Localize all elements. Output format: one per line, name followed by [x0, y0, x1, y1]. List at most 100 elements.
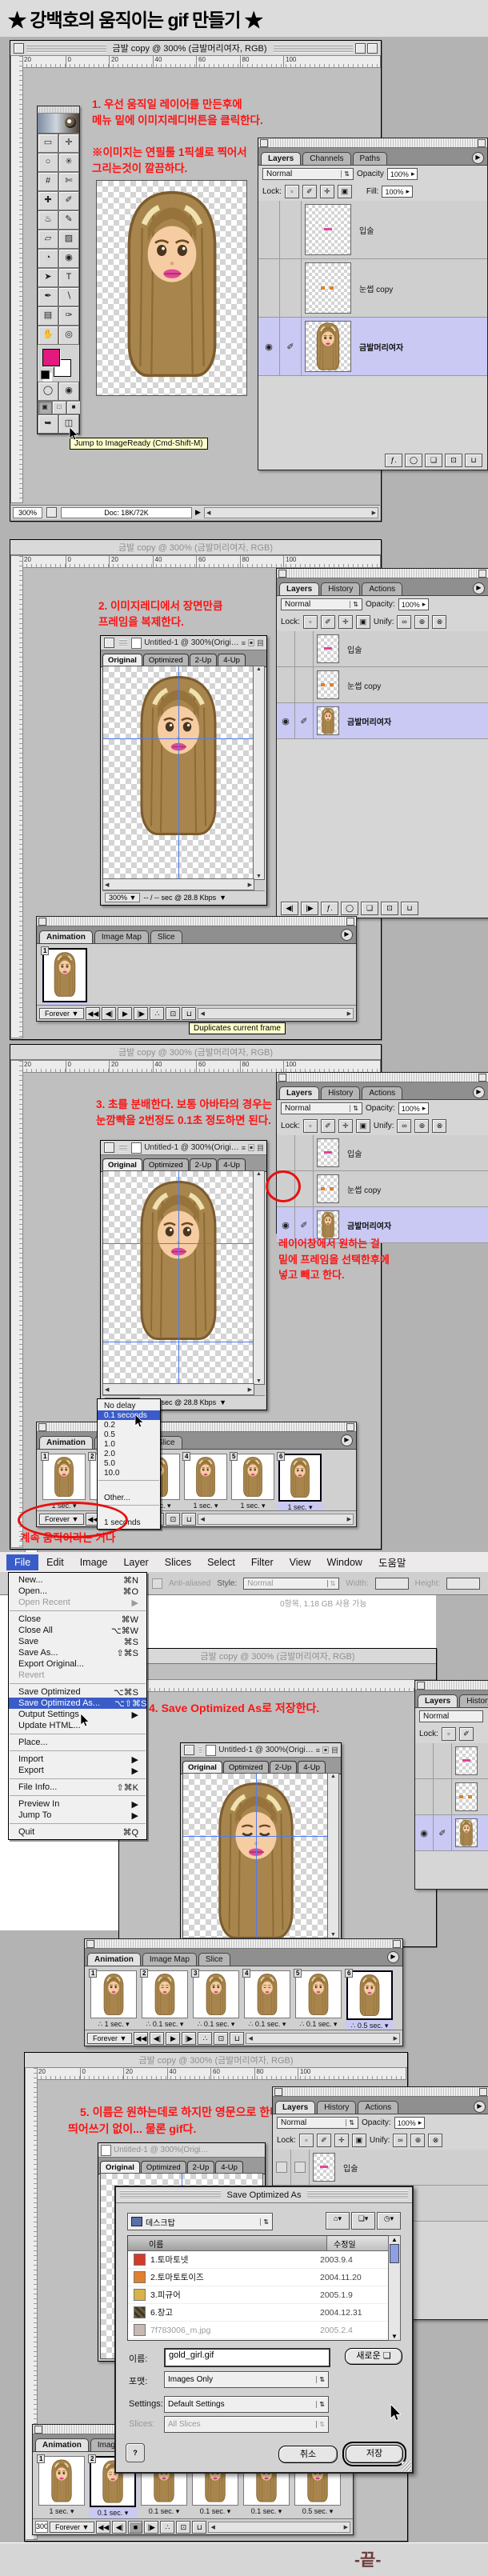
file-menu-item[interactable]: Open Recent▶ [9, 1597, 146, 1608]
file-list-scrollbar[interactable]: ▲▼ [388, 2235, 401, 2341]
frame-delay[interactable]: ∴ 0.1 sec. ▾ [244, 2018, 290, 2029]
palette-close-icon[interactable] [38, 918, 46, 926]
view-tab[interactable]: Optimized [143, 1158, 189, 1171]
opacity-field[interactable]: 100%▸ [387, 168, 418, 180]
zoom-level[interactable]: 300% [13, 507, 42, 518]
view-tab[interactable]: 4-Up [215, 2161, 243, 2174]
view-tab[interactable]: Optimized [223, 1761, 269, 1774]
height-field[interactable] [446, 1578, 480, 1590]
layer-name[interactable]: 눈썹 copy [342, 1183, 381, 1195]
layer-name[interactable]: 금발머리여자 [342, 1219, 391, 1231]
animation-frame[interactable]: 4 1 sec. ▾ [183, 1453, 228, 1512]
file-menu-item[interactable]: Close⌘W [9, 1614, 146, 1625]
visibility-toggle[interactable]: ◉ [277, 703, 295, 738]
standard-mode-button[interactable]: ◯ [38, 382, 58, 401]
doc-canvas[interactable] [102, 666, 254, 880]
palette-close-icon[interactable] [278, 570, 286, 578]
delay-menu-item[interactable] [98, 1480, 159, 1490]
animation-tab[interactable]: Image Map [94, 930, 149, 943]
layer-set-icon[interactable]: ❏ [425, 454, 442, 467]
v-scrollbar[interactable]: ▲▼ [253, 666, 265, 880]
edit-toggle[interactable] [295, 1135, 314, 1170]
layer-row[interactable]: 눈썹 copy [277, 1171, 488, 1207]
palette-tab[interactable]: Layers [418, 1694, 458, 1707]
layer-mask-icon[interactable]: ◯ [341, 902, 358, 915]
doc-titlebar[interactable]: Untitled-1 @ 300%(Origi… ≡ ▣ 目 [101, 636, 266, 650]
lock-position-icon[interactable]: ✛ [320, 185, 334, 198]
tool-button[interactable]: ▨ [58, 230, 79, 249]
close-box-icon[interactable] [14, 43, 24, 54]
fill-field[interactable]: 100%▸ [382, 186, 413, 198]
blend-mode-popup[interactable]: Normal⇅ [262, 168, 354, 180]
file-menu-item[interactable]: Save Optimized⌥⌘S [9, 1686, 146, 1698]
file-menu-item[interactable]: Save Optimized As...⌥⇧⌘S [9, 1698, 146, 1709]
lock-pixels-icon[interactable]: ✐ [302, 185, 317, 198]
frame-delay[interactable]: 0.5 sec. ▾ [294, 2506, 341, 2516]
collapse-box-icon[interactable] [367, 43, 378, 54]
layer-set-icon[interactable]: ❏ [361, 902, 378, 915]
doc-canvas[interactable] [182, 1773, 329, 1938]
tool-button[interactable]: ◎ [58, 326, 79, 345]
view-tab[interactable]: 2-Up [187, 2161, 215, 2174]
view-tab[interactable]: 2-Up [270, 1761, 298, 1774]
palette-menu-icon[interactable]: ▶ [473, 1086, 485, 1098]
visibility-toggle[interactable]: ◉ [258, 318, 280, 375]
h-scrollbar[interactable]: ◀▶ [102, 878, 254, 890]
tool-button[interactable]: # [38, 172, 58, 191]
tool-button[interactable]: ▱ [38, 230, 58, 249]
window-titlebar-inactive[interactable]: 금발 copy @ 300% (금발머리여자, RGB) [10, 540, 381, 555]
frame-delay[interactable]: 0.1 sec. ▾ [90, 2507, 136, 2518]
menu-bar-item[interactable]: Select [199, 1554, 243, 1570]
cancel-button[interactable]: 취소 [278, 2446, 338, 2463]
recent-button[interactable]: ◷▾ [377, 2212, 401, 2230]
frame-delay[interactable]: ∴ 0.1 sec. ▾ [295, 2018, 342, 2029]
delay-menu-item[interactable]: 0.5 [98, 1430, 160, 1439]
loop-popup[interactable]: Forever ▼ [39, 1008, 84, 1019]
tween-button[interactable]: ∴ [150, 1007, 164, 1020]
tool-button[interactable]: ✚ [38, 191, 58, 210]
delay-menu-item[interactable]: No delay [98, 1401, 160, 1410]
new-layer-icon[interactable]: ⊡ [445, 454, 462, 467]
tool-button[interactable]: ∖ [58, 287, 79, 306]
visibility-toggle[interactable] [277, 667, 295, 702]
frame-delay[interactable]: 1 sec. ▾ [184, 1500, 227, 1510]
layer-name[interactable]: 금발머리여자 [342, 715, 391, 727]
animation-frame[interactable]: 1 ∴ 1 sec. ▾ [90, 1970, 138, 2030]
file-menu-item[interactable] [10, 1610, 146, 1611]
toolbox-grip[interactable] [38, 106, 79, 114]
next-frame-icon[interactable]: |▶ [301, 902, 318, 915]
frame-scrollbar[interactable]: ◀▶ [198, 1008, 354, 1019]
loop-popup[interactable]: Forever ▼ [87, 2033, 132, 2044]
delay-menu-item[interactable]: 5.0 [98, 1458, 160, 1468]
animation-frame[interactable]: 2 ∴ 0.1 sec. ▾ [141, 1970, 189, 2030]
layer-row[interactable]: 입술 [258, 201, 487, 259]
animation-tab[interactable]: Slice [198, 1953, 230, 1966]
delete-frame-button[interactable]: ⊔ [182, 1513, 196, 1526]
layer-row[interactable]: 눈썹 copy [277, 667, 488, 703]
file-row[interactable]: 1.토마토넷 2003.9.4 [128, 2251, 389, 2269]
animation-frame[interactable]: 6 ∴ 0.5 sec. ▾ [346, 1970, 394, 2032]
delete-layer-icon[interactable]: ⊔ [401, 902, 418, 915]
file-menu-item[interactable]: Export Original... [9, 1658, 146, 1670]
file-menu-item[interactable]: Save As...⇧⌘S [9, 1647, 146, 1658]
window-titlebar[interactable]: 금발 copy @ 300% (금발머리여자, RGB) [10, 41, 381, 56]
width-field[interactable] [375, 1578, 409, 1590]
new-folder-button[interactable]: 새로운 ❏ [345, 2348, 402, 2365]
loop-popup[interactable]: Forever ▼ [50, 2522, 94, 2533]
file-menu-item[interactable] [10, 1683, 146, 1684]
new-layer-icon[interactable]: ⊡ [381, 902, 398, 915]
file-row[interactable]: 6.창고 2004.12.31 [128, 2304, 389, 2322]
tool-button[interactable]: ✳ [58, 153, 79, 172]
layer-name[interactable]: 눈썹 copy [354, 282, 393, 294]
delete-frame-button[interactable]: ⊔ [182, 1007, 196, 1020]
palette-menu-icon[interactable]: ▶ [341, 1434, 353, 1446]
layer-name[interactable]: 입술 [342, 1147, 362, 1159]
palette-tab[interactable]: History [317, 2101, 356, 2114]
view-tab[interactable]: Original [102, 654, 142, 666]
animation-tab[interactable]: Animation [35, 2438, 89, 2451]
frame-delay[interactable]: 1 sec. ▾ [38, 2506, 85, 2516]
anti-aliased-checkbox[interactable] [152, 1578, 162, 1589]
foreground-color-swatch[interactable] [42, 349, 60, 366]
animation-tab[interactable]: Animation [39, 930, 93, 943]
delay-menu-item[interactable]: 1.0 [98, 1439, 160, 1449]
